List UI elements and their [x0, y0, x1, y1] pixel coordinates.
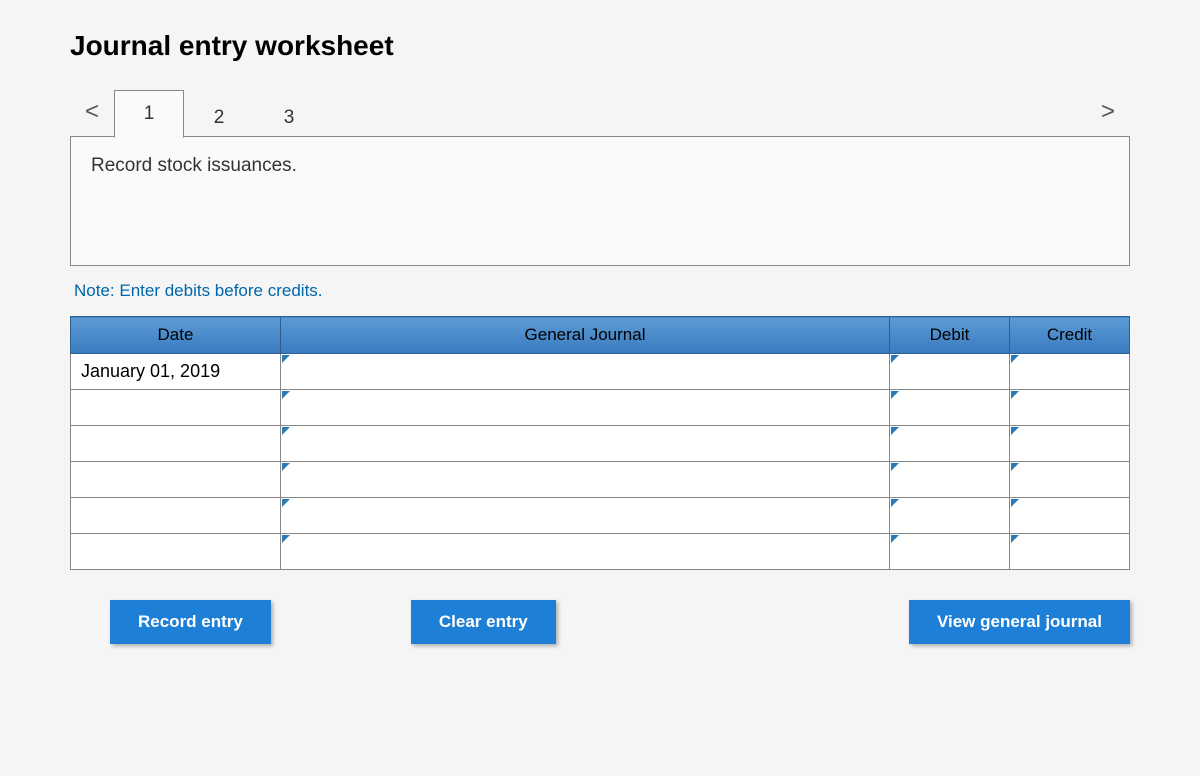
cell-journal[interactable]	[281, 354, 890, 390]
cell-debit[interactable]	[890, 534, 1010, 570]
cell-debit[interactable]	[890, 426, 1010, 462]
cell-credit[interactable]	[1010, 390, 1130, 426]
cell-credit[interactable]	[1010, 426, 1130, 462]
cell-credit[interactable]	[1010, 354, 1130, 390]
tab-2[interactable]: 2	[184, 97, 254, 137]
header-debit: Debit	[890, 317, 1010, 354]
cell-credit[interactable]	[1010, 498, 1130, 534]
entry-description: Record stock issuances.	[70, 136, 1130, 266]
table-row	[71, 498, 1130, 534]
button-row: Record entry Clear entry View general jo…	[70, 600, 1130, 644]
cell-date[interactable]	[71, 462, 281, 498]
clear-entry-button[interactable]: Clear entry	[411, 600, 556, 644]
cell-date[interactable]	[71, 390, 281, 426]
tab-1[interactable]: 1	[114, 90, 184, 138]
cell-credit[interactable]	[1010, 462, 1130, 498]
cell-debit[interactable]	[890, 462, 1010, 498]
table-row	[71, 426, 1130, 462]
cell-debit[interactable]	[890, 498, 1010, 534]
cell-date[interactable]	[71, 498, 281, 534]
table-row: January 01, 2019	[71, 354, 1130, 390]
table-row	[71, 390, 1130, 426]
cell-journal[interactable]	[281, 426, 890, 462]
table-row	[71, 462, 1130, 498]
header-date: Date	[71, 317, 281, 354]
cell-credit[interactable]	[1010, 534, 1130, 570]
journal-table: Date General Journal Debit Credit Januar…	[70, 316, 1130, 570]
view-general-journal-button[interactable]: View general journal	[909, 600, 1130, 644]
prev-arrow-icon[interactable]: <	[70, 98, 114, 126]
next-arrow-icon[interactable]: >	[1086, 98, 1130, 126]
record-entry-button[interactable]: Record entry	[110, 600, 271, 644]
cell-date[interactable]: January 01, 2019	[71, 354, 281, 390]
cell-journal[interactable]	[281, 462, 890, 498]
note-text: Note: Enter debits before credits.	[74, 281, 1130, 301]
tab-row: < 1 2 3 >	[70, 87, 1130, 137]
cell-journal[interactable]	[281, 534, 890, 570]
cell-journal[interactable]	[281, 390, 890, 426]
cell-debit[interactable]	[890, 390, 1010, 426]
tab-3[interactable]: 3	[254, 97, 324, 137]
header-journal: General Journal	[281, 317, 890, 354]
tabs-container: 1 2 3	[114, 87, 324, 137]
header-credit: Credit	[1010, 317, 1130, 354]
page-title: Journal entry worksheet	[70, 30, 1130, 62]
cell-debit[interactable]	[890, 354, 1010, 390]
cell-journal[interactable]	[281, 498, 890, 534]
cell-date[interactable]	[71, 426, 281, 462]
cell-date[interactable]	[71, 534, 281, 570]
table-row	[71, 534, 1130, 570]
